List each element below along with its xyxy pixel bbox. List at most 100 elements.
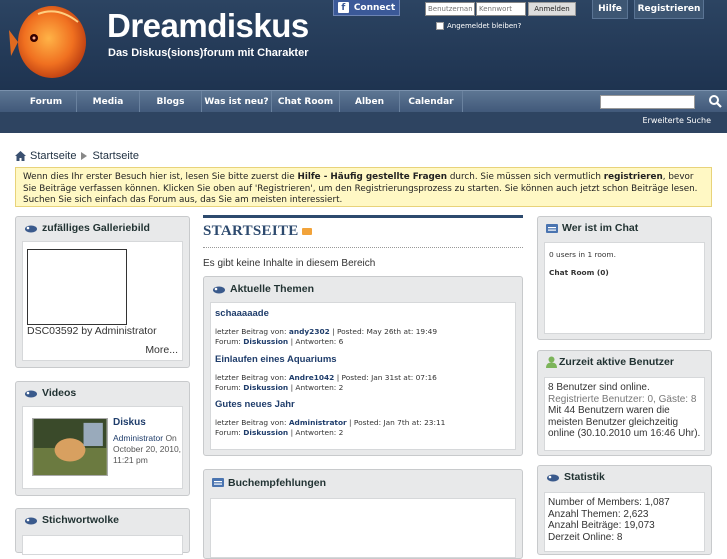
videos-block: Videos Diskus Administrator On October 2… [15, 381, 190, 496]
video-author[interactable]: Administrator [113, 433, 163, 443]
nav-whats-new[interactable]: Was ist neu? [202, 91, 272, 112]
active-users-title: Zurzeit aktive Benutzer [559, 356, 674, 368]
rss-icon[interactable] [301, 228, 312, 235]
topic-item: Einlaufen eines Aquariums letzter Beitra… [215, 354, 437, 392]
register-link[interactable]: registrieren [604, 172, 663, 182]
title-divider [203, 247, 523, 248]
recent-topics-block: Aktuelle Themen schaaaaade letzter Beitr… [203, 276, 523, 456]
nav-forum[interactable]: Forum [16, 91, 77, 112]
nav-media[interactable]: Media [77, 91, 140, 112]
chat-content: 0 users in 1 room. Chat Room (0) [544, 242, 705, 334]
site-tagline: Das Diskus(sions)forum mit Charakter [108, 47, 309, 59]
topic-forum[interactable]: Diskussion [243, 383, 288, 392]
gallery-block-header: zufälliges Galleriebild [16, 217, 189, 239]
stats-content: Number of Members: 1,087 Anzahl Themen: … [544, 492, 705, 552]
videos-block-header: Videos [16, 382, 189, 404]
login-button[interactable]: Anmelden [528, 2, 576, 16]
books-block-header: Buchempfehlungen [204, 470, 522, 495]
news-icon [546, 223, 558, 233]
gallery-more-link[interactable]: More... [145, 344, 178, 356]
topic-forum-label: Forum: [215, 336, 241, 346]
topic-forum[interactable]: Diskussion [243, 337, 288, 346]
video-title[interactable]: Diskus [113, 417, 146, 428]
topic-replies: | Antworten: 2 [290, 382, 344, 392]
discus-fish-logo-icon[interactable] [8, 2, 88, 84]
help-button[interactable]: Hilfe [592, 0, 628, 19]
news-icon [212, 478, 224, 487]
notice-text-2: durch. Sie müssen sich vermutlich [447, 172, 604, 182]
stat-members: Number of Members: 1,087 [548, 497, 670, 508]
topic-author[interactable]: Administrator [289, 418, 347, 427]
topic-title[interactable]: Einlaufen eines Aquariums [215, 354, 437, 365]
site-logo-text[interactable]: Dreamdiskus [107, 7, 309, 45]
topic-title[interactable]: schaaaaade [215, 308, 437, 319]
topic-forum[interactable]: Diskussion [243, 428, 288, 437]
nav-chat-room[interactable]: Chat Room [272, 91, 340, 112]
books-block: Buchempfehlungen [203, 469, 523, 559]
recent-topics-header: Aktuelle Themen [204, 277, 522, 301]
videos-content: Diskus Administrator On October 20, 2010… [22, 406, 183, 489]
stat-threads: Anzahl Themen: 2,623 [548, 508, 649, 520]
chat-users: 0 users in 1 room. [549, 250, 616, 259]
home-icon[interactable] [15, 151, 26, 161]
stat-posts: Anzahl Beiträge: 19,073 [548, 520, 655, 531]
topic-author[interactable]: andy2302 [289, 327, 330, 336]
recent-topics-title: Aktuelle Themen [230, 283, 315, 295]
active-users-content: 8 Benutzer sind online. Registrierte Ben… [544, 377, 705, 451]
chat-block: Wer ist im Chat 0 users in 1 room. Chat … [537, 216, 712, 340]
block-icon [547, 474, 559, 481]
register-button[interactable]: Registrieren [634, 0, 704, 19]
books-content [210, 498, 516, 558]
gallery-title: zufälliges Galleriebild [42, 222, 150, 234]
block-icon [25, 517, 37, 524]
topic-forum-label: Forum: [215, 382, 241, 392]
facebook-connect-label: Connect [353, 2, 396, 13]
advanced-search-link[interactable]: Erweiterte Suche [642, 116, 711, 125]
stat-online: Derzeit Online: 8 [548, 531, 623, 543]
sub-navbar: Erweiterte Suche [0, 112, 727, 133]
content-top-rule [203, 215, 523, 218]
remember-checkbox[interactable] [436, 22, 444, 30]
topic-item: schaaaaade letzter Beitrag von: andy2302… [215, 308, 437, 346]
nav-albums[interactable]: Alben [340, 91, 400, 112]
topic-author[interactable]: Andre1042 [289, 373, 335, 382]
welcome-notice: Wenn dies Ihr erster Besuch hier ist, le… [15, 167, 712, 207]
video-meta: Administrator On October 20, 2010, 11:21… [113, 433, 193, 466]
chat-title: Wer ist im Chat [562, 222, 639, 234]
main-navbar: Forum Media Blogs Was ist neu? Chat Room… [0, 90, 727, 112]
faq-link[interactable]: Hilfe - Häufig gestellte Fragen [297, 172, 447, 182]
gallery-image[interactable] [27, 249, 127, 325]
facebook-connect-button[interactable]: f Connect [333, 0, 400, 16]
breadcrumb-arrow-icon [81, 152, 88, 160]
stats-block: Statistik Number of Members: 1,087 Anzah… [537, 465, 712, 555]
gallery-content: DSC03592 by Administrator More... [22, 241, 183, 361]
page-title-text: STARTSEITE [203, 223, 299, 239]
topic-forum-line: Forum: Diskussion | Antworten: 6 [215, 337, 437, 347]
topic-meta: letzter Beitrag von: andy2302 | Posted: … [215, 327, 437, 337]
tagcloud-title: Stichwortwolke [42, 514, 120, 526]
notice-text-1: Wenn dies Ihr erster Besuch hier ist, le… [23, 172, 298, 182]
video-date: October 20, 2010, 11:21 pm [113, 444, 182, 465]
user-icon [546, 356, 557, 368]
max-online: Mit 44 Benutzern waren die meisten Benut… [548, 405, 701, 439]
topic-title[interactable]: Gutes neues Jahr [215, 399, 445, 410]
books-title: Buchempfehlungen [228, 476, 327, 489]
nav-blogs[interactable]: Blogs [140, 91, 202, 112]
nav-calendar[interactable]: Calendar [400, 91, 463, 112]
active-users-header: Zurzeit aktive Benutzer [538, 351, 711, 373]
remember-me[interactable]: Angemeldet bleiben? [436, 22, 521, 30]
video-thumbnail[interactable] [32, 418, 108, 476]
topic-replies: | Antworten: 2 [290, 427, 344, 437]
nav-search-input[interactable] [600, 95, 695, 109]
search-icon[interactable] [708, 94, 722, 109]
online-count: 8 Benutzer sind online. [548, 382, 650, 393]
empty-message: Es gibt keine Inhalte in diesem Bereich [203, 258, 376, 269]
registered-guests: Registrierte Benutzer: 0, Gäste: 8 [548, 393, 697, 405]
username-input[interactable] [425, 2, 475, 16]
block-icon [25, 225, 37, 232]
password-input[interactable] [476, 2, 526, 16]
topic-posted: | Posted: Jan 31st at: 07:16 [336, 373, 437, 382]
breadcrumb-home[interactable]: Startseite [30, 150, 76, 162]
remember-label: Angemeldet bleiben? [447, 22, 522, 30]
chat-room-link[interactable]: Chat Room (0) [549, 268, 609, 277]
